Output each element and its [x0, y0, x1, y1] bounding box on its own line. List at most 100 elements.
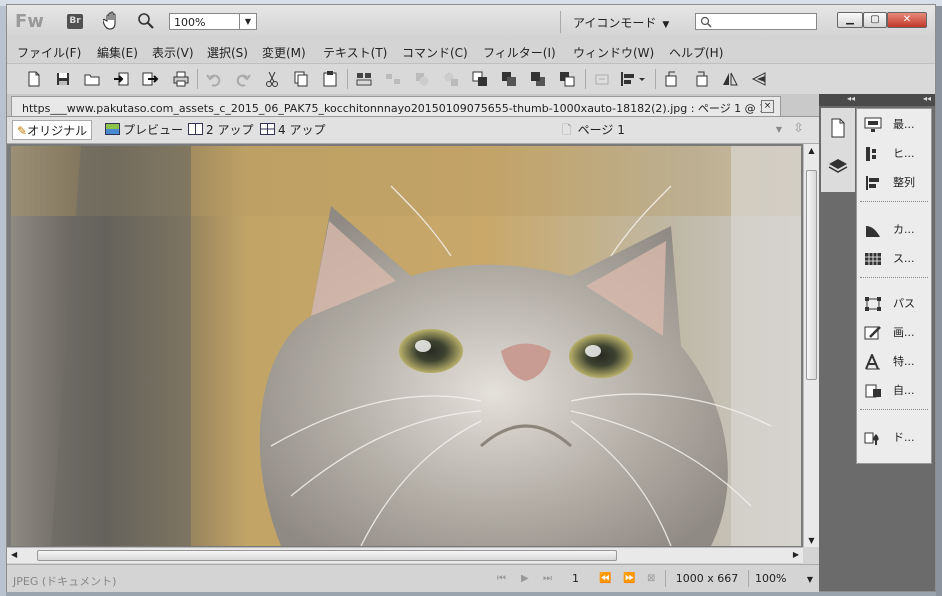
page-manage-icon[interactable]: ⇳ [793, 121, 811, 139]
panel-auto-shape[interactable]: 自... [861, 380, 931, 402]
play-icon[interactable]: ▶ [521, 573, 529, 584]
menu-filters[interactable]: フィルター(I) [483, 44, 556, 61]
horizontal-scrollbar[interactable]: ◀ ▶ [7, 547, 803, 563]
help-search-input[interactable] [695, 13, 817, 30]
menu-commands[interactable]: コマンド(C) [402, 44, 468, 61]
panel-tray: 最... ヒ... 整列 カ... ス... パス 画... 特... 自...… [856, 108, 932, 464]
swatches-icon [865, 253, 881, 265]
scroll-left-icon[interactable]: ◀ [11, 550, 17, 559]
panel-document-library[interactable]: ド... [861, 427, 931, 449]
menu-text[interactable]: テキスト(T) [323, 44, 387, 61]
first-frame-icon[interactable]: ⏮ [497, 573, 506, 584]
print-icon[interactable] [172, 70, 190, 88]
flip-vertical-icon[interactable] [750, 70, 768, 88]
workspace-mode-select[interactable]: アイコンモード ▼ [573, 14, 669, 31]
expand-icon[interactable]: ◂◂ [923, 94, 931, 103]
panel-path[interactable]: パス [861, 293, 931, 315]
distribute-icon[interactable] [593, 70, 611, 88]
canvas-area[interactable] [7, 144, 819, 547]
menu-select[interactable]: 選択(S) [207, 44, 248, 61]
page-select[interactable]: 🗋 ページ 1 ▼ [562, 121, 782, 139]
open-folder-icon[interactable] [83, 70, 101, 88]
tab-preview[interactable]: プレビュー [105, 120, 183, 140]
send-backward-icon[interactable] [529, 70, 547, 88]
export-icon[interactable] [141, 70, 159, 88]
image-size-button[interactable]: 1000 x 667 [665, 570, 749, 587]
scroll-up-icon[interactable]: ▲ [804, 146, 819, 155]
horizontal-scroll-thumb[interactable] [37, 550, 617, 561]
bridge-button[interactable]: Br [67, 14, 83, 29]
image-edit-icon [864, 326, 881, 340]
minimize-button[interactable]: ▁ [837, 12, 863, 28]
undo-icon[interactable] [205, 70, 223, 88]
tab-2-up[interactable]: 2 アップ [188, 120, 253, 140]
next-frame-icon[interactable]: ⏩ [623, 573, 635, 584]
split-icon[interactable] [442, 70, 460, 88]
close-button[interactable]: ✕ [887, 12, 927, 28]
document-library-icon [864, 432, 879, 445]
join-icon[interactable] [413, 70, 431, 88]
group-icon[interactable] [355, 70, 373, 88]
copy-icon[interactable] [292, 70, 310, 88]
divider [860, 201, 928, 202]
import-icon[interactable] [112, 70, 130, 88]
previous-frame-icon[interactable]: ⏪ [599, 573, 611, 584]
menu-view[interactable]: 表示(V) [152, 44, 194, 61]
send-to-back-icon[interactable] [558, 70, 576, 88]
panel-swatches[interactable]: ス... [861, 248, 931, 270]
zoom-level-select[interactable]: 100% ▼ [169, 13, 257, 30]
panel-history[interactable]: ヒ... [861, 143, 931, 165]
panel-align[interactable]: 整列 [861, 172, 931, 194]
path-icon [865, 297, 881, 311]
scroll-right-icon[interactable]: ▶ [793, 550, 799, 559]
save-icon[interactable] [54, 70, 72, 88]
paste-icon[interactable] [321, 70, 339, 88]
layers-panel-icon[interactable] [828, 156, 848, 176]
pages-panel-icon[interactable] [830, 118, 846, 138]
app-logo: Fw [15, 11, 44, 32]
collapse-icon[interactable]: ◂◂ [847, 94, 855, 103]
document-tab-title: https___www.pakutaso.com_assets_c_2015_0… [22, 102, 762, 115]
stop-icon[interactable]: ⊠ [647, 573, 655, 584]
align-menu-icon[interactable] [619, 70, 649, 88]
bring-to-front-icon[interactable] [471, 70, 489, 88]
menu-file[interactable]: ファイル(F) [17, 44, 81, 61]
panel-special-characters[interactable]: 特... [861, 351, 931, 373]
rotate-left-icon[interactable] [663, 70, 681, 88]
status-zoom-select[interactable]: 100% ▼ [751, 570, 815, 587]
page-icon: 🗋 [562, 123, 572, 137]
rotate-right-icon[interactable] [692, 70, 710, 88]
menu-help[interactable]: ヘルプ(H) [669, 44, 723, 61]
scroll-down-icon[interactable]: ▼ [804, 536, 819, 545]
vertical-scrollbar[interactable]: ▲ ▼ [803, 144, 819, 547]
maximize-button[interactable]: ▢ [863, 12, 887, 28]
new-document-icon[interactable] [25, 70, 43, 88]
tab-original[interactable]: ✎オリジナル [12, 120, 93, 140]
panel-image-edit[interactable]: 画... [861, 322, 931, 344]
bring-forward-icon[interactable] [500, 70, 518, 88]
flip-horizontal-icon[interactable] [721, 70, 739, 88]
zoom-level-value: 100% [174, 16, 206, 29]
menu-edit[interactable]: 編集(E) [97, 44, 138, 61]
panel-icon-strip [821, 108, 855, 192]
zoom-tool-icon[interactable] [137, 12, 155, 30]
menu-window[interactable]: ウィンドウ(W) [573, 44, 654, 61]
chevron-down-icon[interactable]: ▼ [239, 14, 256, 29]
ungroup-icon[interactable] [384, 70, 402, 88]
panel-optimize[interactable]: 最... [861, 114, 931, 136]
optimize-icon [864, 117, 882, 132]
document-type-label: JPEG (ドキュメント) [13, 575, 117, 588]
vertical-scroll-thumb[interactable] [806, 170, 817, 380]
menu-modify[interactable]: 変更(M) [262, 44, 306, 61]
cut-icon[interactable] [263, 70, 281, 88]
last-frame-icon[interactable]: ⏭ [543, 573, 552, 584]
tab-4-up[interactable]: 4 アップ [260, 120, 325, 140]
redo-icon[interactable] [234, 70, 252, 88]
history-icon [866, 147, 876, 161]
document-tab[interactable]: https___www.pakutaso.com_assets_c_2015_0… [11, 96, 781, 116]
hand-tool-icon[interactable] [103, 11, 121, 31]
close-tab-icon[interactable]: × [761, 100, 774, 113]
divider [860, 277, 928, 278]
panel-color[interactable]: カ... [861, 219, 931, 241]
application-bar: Fw Br 100% ▼ アイコンモード ▼ ▁ ▢ ✕ [7, 5, 935, 40]
